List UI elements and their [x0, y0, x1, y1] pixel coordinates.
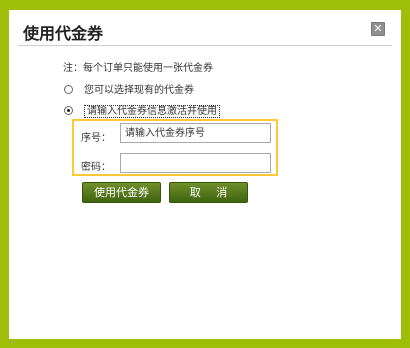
serial-input[interactable]: [120, 123, 271, 143]
option-enter-voucher[interactable]: 请输入代金券信息激活并使用: [64, 102, 220, 118]
option-select-existing[interactable]: 您可以选择现有的代金券: [64, 81, 194, 96]
usage-note: 注：每个订单只能使用一张代金券: [63, 63, 213, 74]
cancel-button[interactable]: 取 消: [169, 182, 248, 203]
voucher-dialog: 使用代金券 ✕ 注：每个订单只能使用一张代金券 您可以选择现有的代金券 请输入代…: [9, 10, 401, 339]
radio-enter-voucher[interactable]: [64, 105, 73, 115]
option-enter-voucher-label: 请输入代金券信息激活并使用: [84, 105, 220, 118]
password-label: 密码：: [81, 162, 111, 173]
option-select-existing-label: 您可以选择现有的代金券: [84, 85, 194, 96]
serial-label: 序号：: [81, 133, 111, 144]
title-divider: [18, 45, 392, 46]
use-voucher-button[interactable]: 使用代金券: [82, 182, 161, 203]
close-icon[interactable]: ✕: [371, 22, 385, 36]
password-input[interactable]: [120, 153, 271, 173]
dialog-title: 使用代金券: [23, 24, 104, 43]
radio-select-existing[interactable]: [64, 84, 73, 94]
